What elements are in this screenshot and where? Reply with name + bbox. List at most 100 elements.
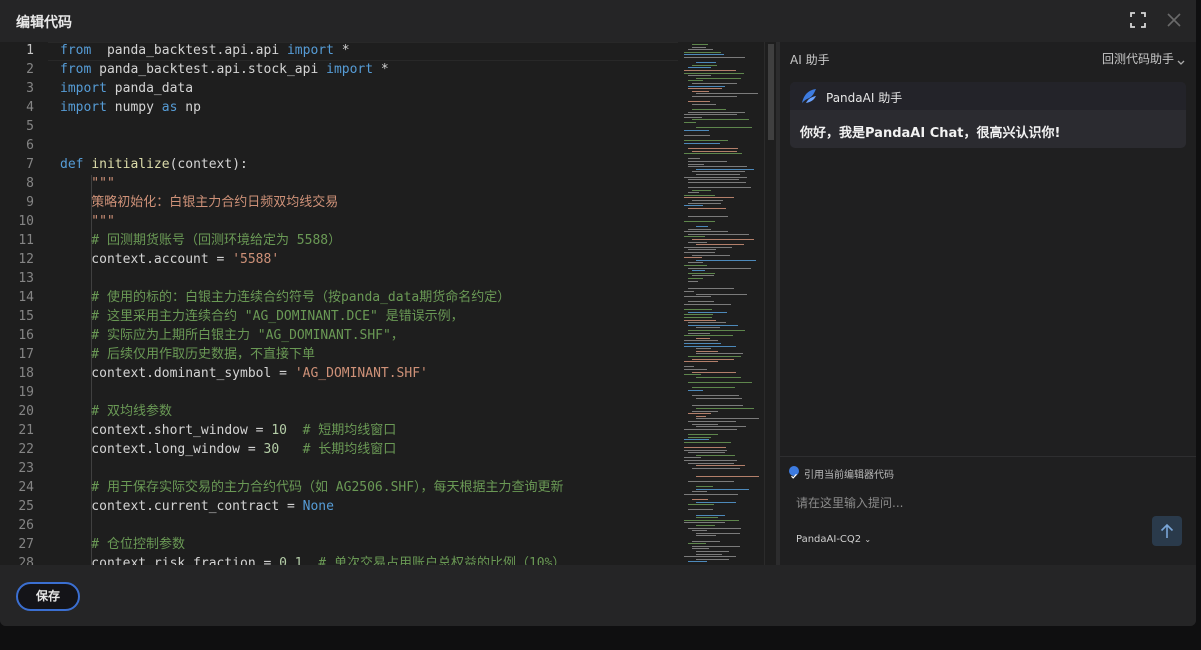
minimap-line [688, 332, 711, 334]
code-line[interactable]: context.risk_fraction = 0.1 # 单次交易占用账户总权… [60, 554, 565, 565]
minimap-line [692, 171, 745, 173]
minimap-line [684, 57, 745, 58]
ai-assistant-panel: AI 助手 回测代码助手 PandaAI 助手 你好，我是PandaAI Cha… [780, 42, 1196, 565]
editor-scrollbar[interactable] [764, 42, 776, 565]
minimap-line [692, 46, 707, 48]
arrow-up-icon [1160, 523, 1174, 538]
assistant-greeting: 你好，我是PandaAI Chat，很高兴认识你! [800, 126, 1061, 141]
code-line[interactable]: context.dominant_symbol = 'AG_DOMINANT.S… [60, 364, 428, 383]
code-token: def [60, 157, 84, 172]
code-line[interactable]: # 实际应为上期所白银主力 "AG_DOMINANT.SHF"， [60, 326, 404, 345]
minimap-line [688, 166, 747, 168]
minimap-line [684, 343, 721, 344]
minimap-line [688, 561, 708, 563]
minimap-line [696, 475, 760, 477]
fullscreen-icon[interactable] [1130, 12, 1148, 30]
minimap-line [692, 423, 718, 425]
minimap-line [688, 207, 726, 209]
chevron-down-icon[interactable] [1176, 52, 1186, 65]
minimap-line [688, 67, 711, 69]
code-token: 'AG_DOMINANT.SHF' [294, 366, 428, 381]
minimap-line [692, 545, 741, 547]
minimap-line [696, 337, 710, 339]
code-editor[interactable]: 1 2 3 4 5 6 7 8 9 10 11 12 13 14 15 16 17 18 19 20 21 22 23 24 2… [0, 42, 776, 565]
minimap-line [692, 64, 718, 66]
minimap-line [684, 519, 739, 521]
code-token: panda_data [106, 81, 194, 96]
minimap-line [688, 280, 699, 282]
code-token: panda_backtest.api.stock_api [91, 62, 327, 77]
line-number: 19 [18, 385, 34, 400]
code-line[interactable]: import panda_data [60, 79, 193, 98]
line-number: 18 [18, 366, 34, 381]
line-number: 28 [18, 556, 34, 565]
code-line[interactable]: # 双均线参数 [60, 402, 172, 421]
code-token: 10 [271, 423, 287, 438]
model-select[interactable]: PandaAI-CQ2 ⌄ [796, 534, 871, 545]
minimap-line [688, 356, 741, 357]
scrollbar-thumb[interactable] [768, 44, 774, 140]
code-line[interactable]: """ [60, 174, 115, 193]
code-line[interactable]: # 使用的标的：白银主力连续合约符号（按panda_data期货命名约定） [60, 288, 510, 307]
code-line[interactable]: context.long_window = 30 # 长期均线窗口 [60, 440, 396, 459]
minimap-line [684, 374, 702, 376]
code-line[interactable]: # 后续仅用作取历史数据，不直接下单 [60, 345, 315, 364]
line-number: 15 [18, 309, 34, 324]
minimap-line [696, 93, 759, 95]
close-icon[interactable] [1166, 12, 1184, 30]
line-number: 14 [18, 290, 34, 305]
minimap-line [688, 163, 705, 165]
minimap-line [684, 246, 733, 248]
minimap-line [696, 501, 736, 503]
minimap-line [684, 257, 702, 259]
code-token: # 用于保存实际交易的主力合约代码（如 AG2506.SHF），每天根据主力查询… [60, 480, 564, 495]
save-button[interactable]: 保存 [16, 582, 80, 611]
minimap-line [692, 395, 740, 396]
line-number: 5 [26, 119, 34, 134]
minimap-line [684, 309, 712, 311]
line-number: 22 [18, 442, 34, 457]
code-line[interactable]: # 这里采用主力连续合约 "AG_DOMINANT.DCE" 是错误示例， [60, 307, 463, 326]
prompt-input[interactable] [796, 494, 1146, 512]
assistant-mode-select[interactable]: 回测代码助手 [1102, 50, 1174, 67]
code-line[interactable]: def initialize(context): [60, 155, 248, 174]
line-number: 11 [18, 233, 34, 248]
send-button[interactable] [1152, 516, 1182, 546]
code-area[interactable]: from panda_backtest.api.api import * from… [60, 42, 676, 565]
reference-label: 引用当前编辑器代码 [804, 470, 894, 481]
code-line[interactable]: 策略初始化：白银主力合约日频双均线交易 [60, 193, 338, 212]
code-line[interactable]: context.short_window = 10 # 短期均线窗口 [60, 421, 396, 440]
minimap-line [688, 181, 746, 183]
minimap-line [692, 358, 734, 360]
code-line[interactable]: """ [60, 212, 115, 231]
code-line[interactable]: # 仓位控制参数 [60, 535, 185, 554]
code-line[interactable]: from panda_backtest.api.stock_api import… [60, 60, 389, 79]
ai-panel-header: AI 助手 回测代码助手 [780, 42, 1196, 74]
minimap-line [696, 408, 755, 409]
minimap-line [684, 317, 712, 318]
code-token: panda_backtest.api.api [91, 43, 287, 58]
code-line[interactable]: from panda_backtest.api.api import * [60, 42, 350, 60]
code-line[interactable]: # 回测期货账号（回测环境给定为 5588） [60, 231, 341, 250]
minimap-line [688, 272, 715, 274]
code-token: # 实际应为上期所白银主力 "AG_DOMINANT.SHF"， [60, 328, 404, 343]
minimap-line [684, 449, 727, 451]
code-line[interactable]: context.account = '5588' [60, 250, 279, 269]
minimap-line [684, 460, 737, 461]
minimap-line [692, 371, 737, 373]
minimap-line [684, 493, 739, 495]
minimap-line [692, 150, 737, 152]
code-editor-dialog: 编辑代码 1 2 3 4 5 6 7 8 9 10 11 12 13 14 15 16 17 18 19 20 21 22… [0, 0, 1196, 626]
code-line[interactable]: # 用于保存实际交易的主力合约代码（如 AG2506.SHF），每天根据主力查询… [60, 478, 564, 497]
minimap-line [688, 179, 739, 181]
code-line[interactable]: context.current_contract = None [60, 497, 334, 516]
minimap[interactable] [680, 42, 764, 565]
code-line[interactable]: import numpy as np [60, 98, 201, 117]
code-token: """ [60, 176, 115, 191]
code-token: 0.1 [279, 556, 303, 565]
reference-checkbox[interactable] [789, 466, 799, 479]
minimap-line [684, 304, 731, 305]
minimap-line [684, 447, 726, 448]
minimap-line [696, 353, 744, 355]
minimap-line [688, 311, 727, 313]
